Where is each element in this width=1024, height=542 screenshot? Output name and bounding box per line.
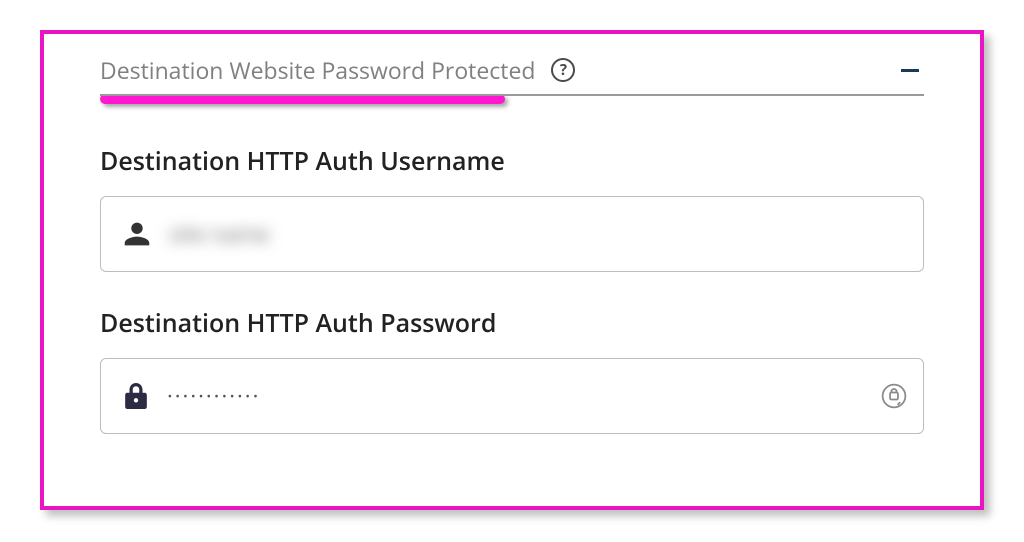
highlighted-panel: Destination Website Password Protected ?… bbox=[40, 30, 984, 510]
username-input[interactable]: site name bbox=[100, 196, 924, 272]
password-field-block: Destination HTTP Auth Password ·········… bbox=[100, 306, 924, 434]
lock-icon bbox=[123, 380, 149, 412]
toggle-password-visibility-icon[interactable] bbox=[879, 381, 909, 411]
minus-icon bbox=[901, 69, 919, 72]
section-title: Destination Website Password Protected bbox=[100, 54, 535, 86]
password-input[interactable]: ············ bbox=[100, 358, 924, 434]
help-icon[interactable]: ? bbox=[551, 58, 575, 82]
username-value: site name bbox=[169, 219, 901, 249]
username-field-block: Destination HTTP Auth Username site name bbox=[100, 144, 924, 272]
password-label: Destination HTTP Auth Password bbox=[100, 306, 924, 340]
password-value: ············ bbox=[167, 381, 861, 411]
section-header: Destination Website Password Protected ? bbox=[100, 54, 924, 96]
user-icon bbox=[123, 220, 151, 248]
username-label: Destination HTTP Auth Username bbox=[100, 144, 924, 178]
collapse-button[interactable] bbox=[896, 56, 924, 84]
